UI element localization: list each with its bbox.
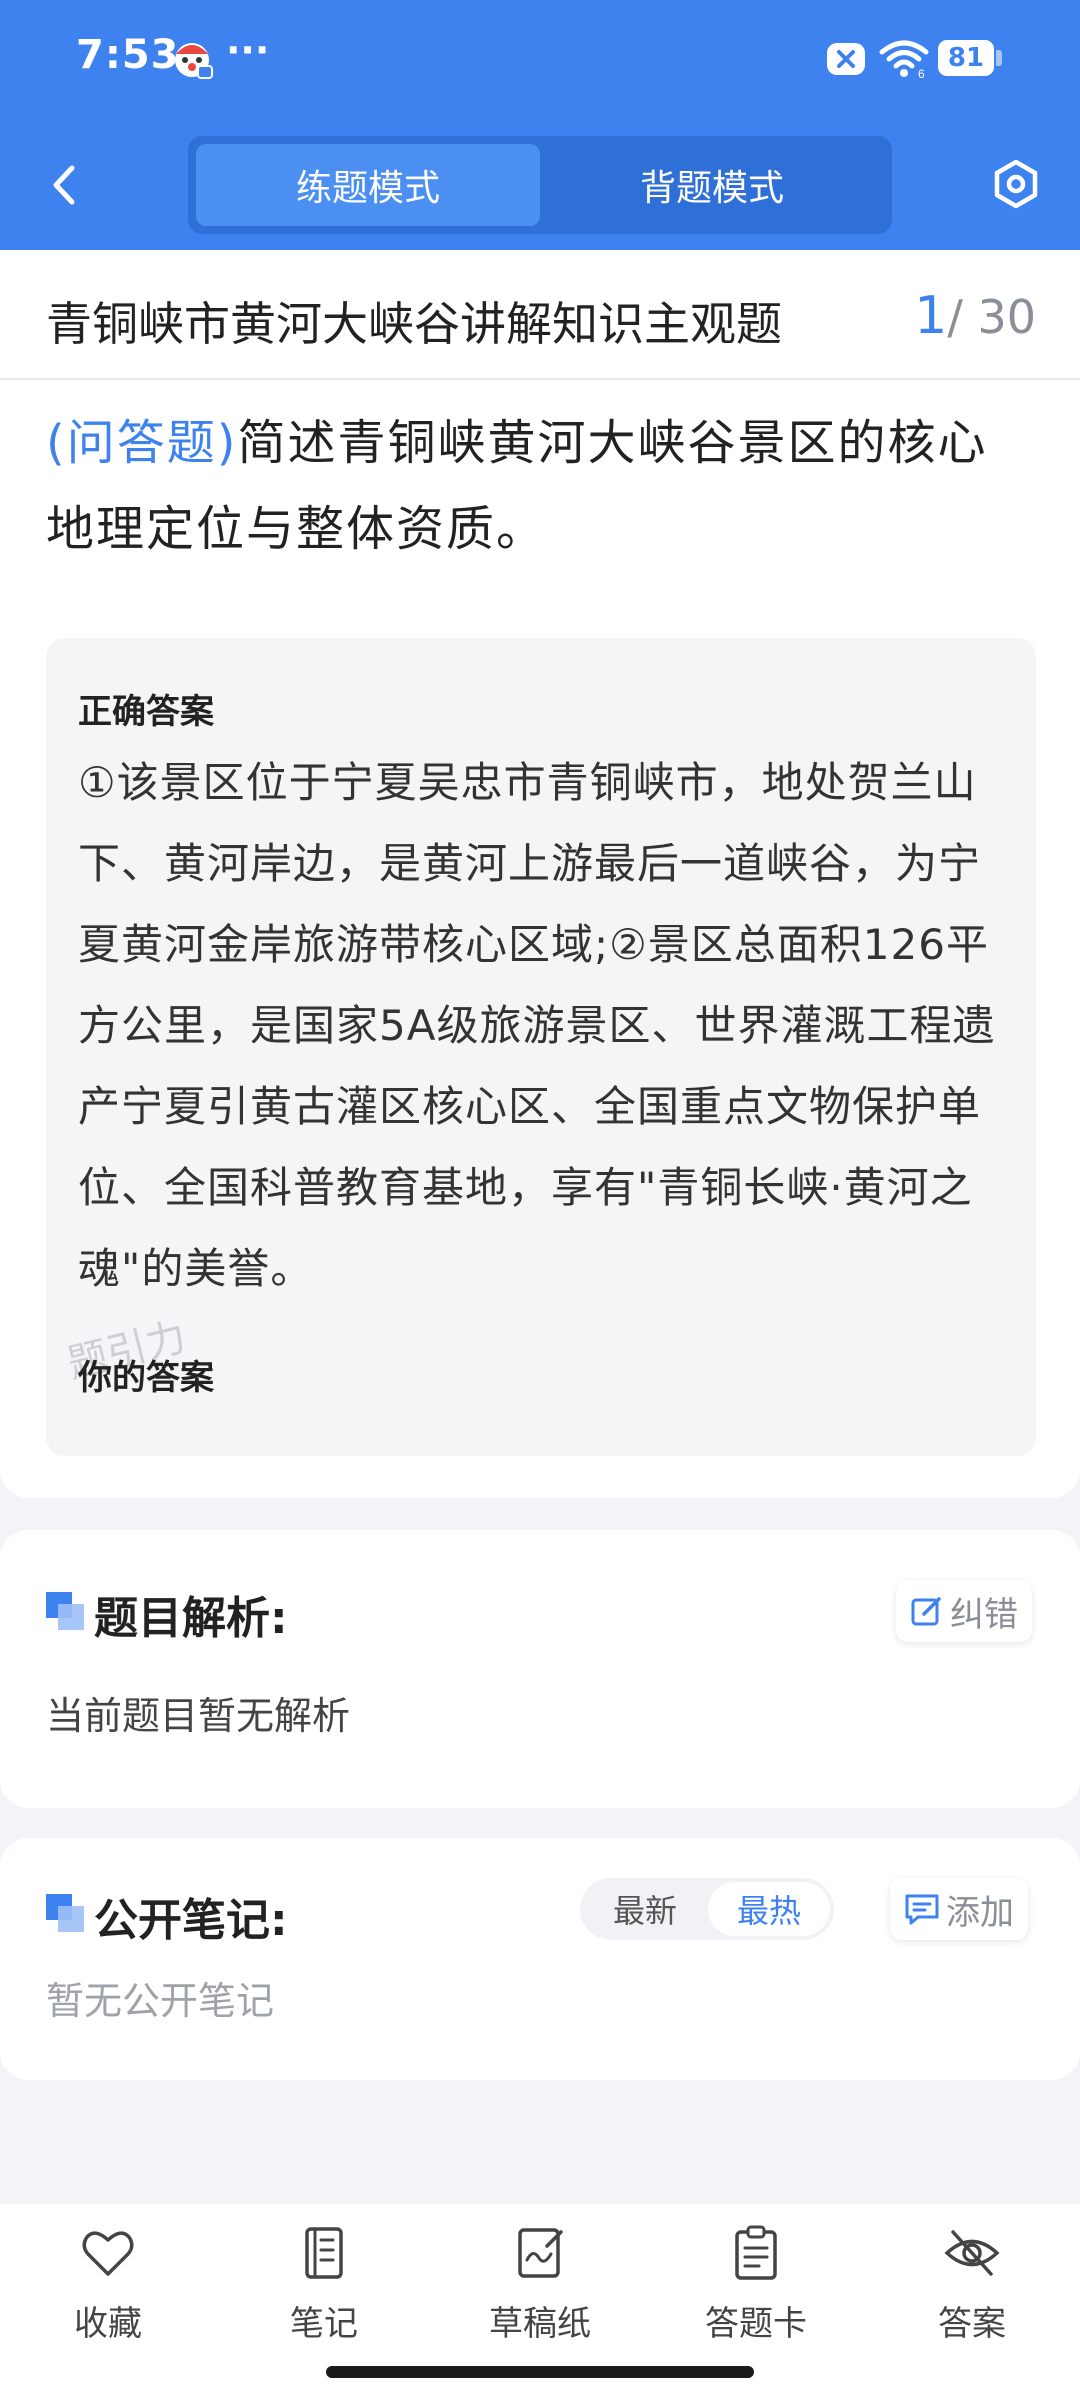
app-mascot-icon: [175, 43, 213, 79]
battery-icon: 81: [938, 40, 994, 76]
heart-icon: [82, 2231, 134, 2276]
question-set-title: 青铜峡市黄河大峡谷讲解知识主观题: [46, 297, 782, 351]
tab-memorize-mode[interactable]: 背题模式: [540, 144, 884, 226]
wifi-icon: 6: [879, 40, 929, 78]
svg-text:6: 6: [918, 67, 925, 78]
question-set-header: 青铜峡市黄河大峡谷讲解知识主观题 1/ 30: [0, 250, 1080, 380]
more-dots: ···: [226, 28, 270, 72]
notes-sort-toggle: 最新 最热: [580, 1878, 834, 1940]
nav-favorite[interactable]: 收藏: [28, 2224, 188, 2364]
nav-label: 草稿纸: [489, 2304, 591, 2344]
question-counter[interactable]: 1/ 30: [914, 286, 1036, 346]
section-square-icon: [46, 1894, 84, 1932]
nav-label: 答案: [938, 2304, 1006, 2344]
notes-empty-text: 暂无公开笔记: [46, 1979, 275, 2023]
question-card: 青铜峡市黄河大峡谷讲解知识主观题 1/ 30 (问答题)简述青铜峡黄河大峡谷景区…: [0, 250, 1080, 1498]
public-notes-section: 公开笔记: 最新 最热 添加 暂无公开笔记: [0, 1838, 1080, 2080]
nav-notes[interactable]: 笔记: [244, 2224, 404, 2364]
your-answer-label: 你的答案: [78, 1358, 214, 1398]
top-header: 7:53 ··· 6 81 练题模式 背题模式: [0, 0, 1080, 250]
settings-hexagon-icon[interactable]: [990, 158, 1042, 210]
mode-switch: 练题模式 背题模式: [188, 136, 892, 234]
analysis-section: 题目解析: 纠错 当前题目暂无解析: [0, 1530, 1080, 1808]
correct-answer-label: 正确答案: [78, 692, 214, 732]
home-indicator[interactable]: [326, 2366, 754, 2378]
battery-tip: [996, 50, 1002, 66]
analysis-title: 题目解析:: [94, 1593, 288, 1644]
edit-icon: [911, 1597, 941, 1626]
correct-answer-text: ①该景区位于宁夏吴忠市青铜峡市，地处贺兰山下、黄河岸边，是黄河上游最后一道峡谷，…: [78, 758, 996, 1293]
total-question-count: / 30: [947, 290, 1036, 344]
nav-label: 笔记: [290, 2304, 358, 2344]
add-note-label: 添加: [946, 1892, 1014, 1933]
answer-sheet-icon: [735, 2225, 777, 2280]
nav-answer[interactable]: 答案: [892, 2224, 1052, 2364]
nav-draft-paper[interactable]: 草稿纸: [460, 2224, 620, 2364]
notes-title: 公开笔记:: [94, 1895, 288, 1946]
question-stem: (问答题)简述青铜峡黄河大峡谷景区的核心地理定位与整体资质。: [46, 400, 1036, 572]
nav-label: 收藏: [74, 2304, 142, 2344]
back-arrow-icon[interactable]: [40, 150, 90, 220]
current-question-number: 1: [914, 286, 948, 346]
nav-label: 答题卡: [705, 2304, 807, 2344]
eye-off-icon: [944, 2230, 1000, 2276]
nav-answer-sheet[interactable]: 答题卡: [676, 2224, 836, 2364]
report-error-button[interactable]: 纠错: [896, 1580, 1032, 1642]
question-type-label: (问答题): [46, 415, 238, 471]
tab-practice-mode[interactable]: 练题模式: [196, 144, 540, 226]
answer-box: 正确答案 ①该景区位于宁夏吴忠市青铜峡市，地处贺兰山下、黄河岸边，是黄河上游最后…: [46, 638, 1036, 1456]
sort-hot-button[interactable]: 最热: [708, 1882, 830, 1936]
draft-paper-icon: [518, 2228, 563, 2278]
add-note-button[interactable]: 添加: [890, 1878, 1028, 1940]
status-bar: 7:53 ··· 6 81: [0, 0, 1080, 118]
note-add-icon: [905, 1894, 939, 1925]
status-time: 7:53: [76, 32, 180, 78]
sort-latest-button[interactable]: 最新: [584, 1882, 706, 1936]
section-square-icon: [46, 1592, 84, 1630]
report-error-label: 纠错: [950, 1594, 1018, 1635]
sim-off-icon: [827, 43, 865, 75]
notebook-icon: [305, 2227, 343, 2279]
analysis-body: 当前题目暂无解析: [46, 1694, 351, 1738]
